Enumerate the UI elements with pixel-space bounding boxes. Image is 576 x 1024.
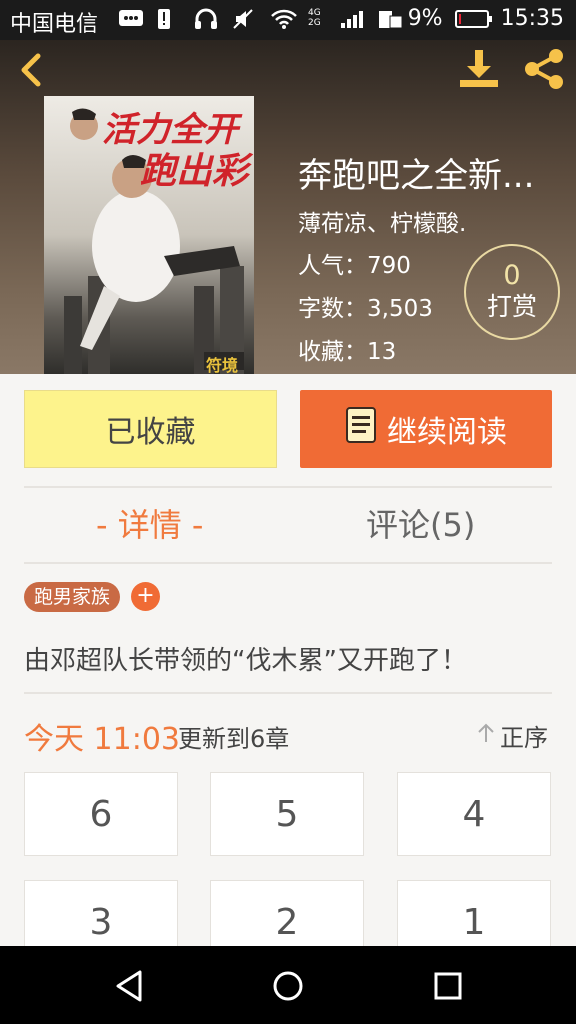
add-tag-button[interactable]: + [131, 582, 160, 611]
update-text: 更新到6章 [178, 725, 290, 753]
share-icon[interactable] [520, 46, 568, 92]
status-bar: 中国电信 4G 2G 9% 15:35 [0, 0, 576, 40]
book-header: 活力全开 跑出彩 符境 奔跑吧之全新... 薄荷凉、柠檬酸. 人气：790 字数… [0, 40, 576, 374]
chapter-cell[interactable]: 6 [24, 772, 178, 856]
reward-button[interactable]: 0 打赏 [464, 244, 560, 340]
system-nav-bar [0, 946, 576, 1024]
favorites-stat: 收藏：13 [298, 339, 397, 365]
battery-percent: 9% [407, 6, 443, 31]
update-time: 今天 11:03 [24, 722, 180, 757]
collected-label: 已收藏 [105, 415, 196, 450]
tab-comments[interactable]: 评论(5) [366, 500, 475, 550]
message-icon [118, 8, 143, 30]
continue-label: 继续阅读 [387, 415, 507, 450]
continue-reading-button[interactable]: 继续阅读 [300, 390, 552, 468]
chevron-left-icon[interactable] [12, 48, 52, 92]
divider [24, 486, 552, 488]
word-count-stat: 字数：3,503 [298, 296, 433, 322]
back-triangle-icon[interactable] [102, 958, 158, 1014]
recents-square-icon[interactable] [420, 958, 476, 1014]
sort-label: 正序 [500, 724, 548, 752]
sim-icon [378, 8, 403, 30]
status-icons: 4G 2G [118, 8, 403, 30]
collected-button[interactable]: 已收藏 [24, 390, 277, 468]
headphones-icon [194, 8, 218, 30]
cover-stamp: 符境 [206, 356, 239, 374]
signal-icon [340, 8, 364, 30]
cover-title-line-2: 跑出彩 [140, 151, 249, 192]
divider [24, 692, 552, 694]
divider [24, 562, 552, 564]
reward-count: 0 [503, 260, 521, 291]
status-right: 9% 15:35 [408, 6, 564, 31]
arrow-up-icon [476, 722, 496, 750]
book-cover[interactable]: 活力全开 跑出彩 符境 [44, 96, 254, 374]
book-author[interactable]: 薄荷凉、柠檬酸. [298, 204, 466, 238]
tag-chip[interactable]: 跑男家族 [24, 582, 121, 612]
chapter-cell[interactable]: 5 [210, 772, 364, 856]
mute-icon [232, 8, 256, 30]
wifi-icon [270, 8, 297, 30]
alert-icon [156, 8, 180, 30]
download-icon[interactable] [456, 46, 502, 92]
battery-level [458, 13, 461, 24]
book-icon [345, 406, 377, 452]
book-description: 由邓超队长带领的“伐木累”又开跑了！ [24, 646, 467, 676]
book-detail-screen: 中国电信 4G 2G 9% 15:35 活力全开 跑出彩 符境 奔跑吧之全新..… [0, 0, 576, 1024]
sort-toggle[interactable]: 正序 [476, 718, 548, 753]
network-type-icon: 4G 2G [308, 8, 321, 28]
clock: 15:35 [500, 6, 564, 31]
reward-label: 打赏 [486, 292, 537, 321]
book-title: 奔跑吧之全新... [298, 156, 535, 196]
chapter-cell[interactable]: 4 [397, 772, 551, 856]
popularity-stat: 人气：790 [298, 253, 411, 279]
tab-details[interactable]: - 详情 - [96, 500, 203, 550]
battery-icon [454, 9, 492, 28]
carrier-label: 中国电信 [10, 12, 99, 37]
home-circle-icon[interactable] [260, 958, 316, 1014]
